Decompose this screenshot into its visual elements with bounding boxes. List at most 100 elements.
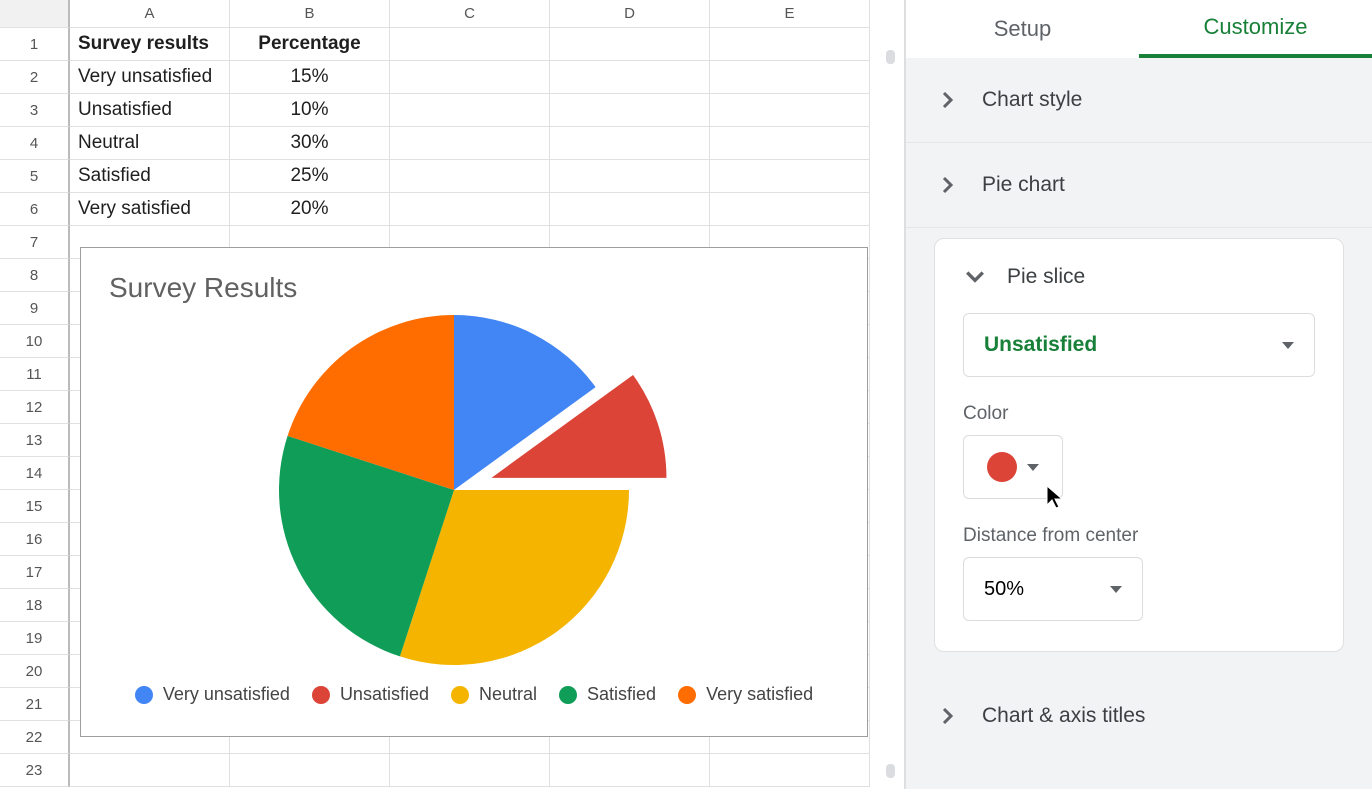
row-header[interactable]: 2	[0, 61, 70, 94]
cell[interactable]	[710, 127, 870, 160]
slice-select[interactable]: Unsatisfied	[963, 313, 1315, 377]
cell[interactable]	[390, 61, 550, 94]
cell[interactable]: Very unsatisfied	[70, 61, 230, 94]
row-header[interactable]: 13	[0, 424, 70, 457]
dropdown-icon	[1027, 464, 1039, 471]
cell[interactable]: 10%	[230, 94, 390, 127]
row-header[interactable]: 20	[0, 655, 70, 688]
row-header[interactable]: 15	[0, 490, 70, 523]
row-header[interactable]: 1	[0, 28, 70, 61]
legend-item[interactable]: Very unsatisfied	[135, 684, 290, 705]
cell[interactable]	[550, 160, 710, 193]
cell[interactable]	[390, 754, 550, 787]
row-header[interactable]: 4	[0, 127, 70, 160]
cell[interactable]: Unsatisfied	[70, 94, 230, 127]
section-title: Chart style	[982, 88, 1082, 112]
legend-item[interactable]: Unsatisfied	[312, 684, 429, 705]
row-header[interactable]: 3	[0, 94, 70, 127]
distance-select[interactable]: 50%	[963, 557, 1143, 621]
pie-chart	[81, 304, 867, 670]
chart-title: Survey Results	[81, 248, 867, 304]
row-header[interactable]: 10	[0, 325, 70, 358]
sidebar-tabs: Setup Customize	[906, 0, 1372, 58]
column-header[interactable]: E	[710, 0, 870, 28]
row: 1Survey resultsPercentage	[0, 28, 904, 61]
row-header[interactable]: 14	[0, 457, 70, 490]
cell[interactable]	[550, 754, 710, 787]
cell[interactable]	[550, 61, 710, 94]
row-header[interactable]: 18	[0, 589, 70, 622]
legend-swatch	[135, 686, 153, 704]
legend-label: Very unsatisfied	[163, 684, 290, 705]
cell[interactable]	[70, 754, 230, 787]
row-header[interactable]: 11	[0, 358, 70, 391]
chevron-down-icon	[963, 265, 987, 289]
row-header[interactable]: 17	[0, 556, 70, 589]
tab-customize[interactable]: Customize	[1139, 0, 1372, 58]
chevron-right-icon	[936, 704, 960, 728]
row: 3Unsatisfied10%	[0, 94, 904, 127]
row: 2Very unsatisfied15%	[0, 61, 904, 94]
cell[interactable]	[390, 160, 550, 193]
row-header[interactable]: 8	[0, 259, 70, 292]
legend-label: Very satisfied	[706, 684, 813, 705]
row-header[interactable]: 23	[0, 754, 70, 787]
cell[interactable]	[710, 160, 870, 193]
legend-label: Satisfied	[587, 684, 656, 705]
color-label: Color	[963, 403, 1315, 425]
column-header[interactable]: A	[70, 0, 230, 28]
chart[interactable]: Survey Results Very unsatisfied Unsatisfi…	[80, 247, 868, 737]
cell[interactable]	[550, 193, 710, 226]
section-pie-slice-header[interactable]: Pie slice	[963, 263, 1315, 313]
row-header[interactable]: 6	[0, 193, 70, 226]
corner-cell[interactable]	[0, 0, 70, 28]
section-chart-style[interactable]: Chart style	[906, 58, 1372, 143]
row-header[interactable]: 22	[0, 721, 70, 754]
legend-swatch	[559, 686, 577, 704]
section-pie-slice: Pie slice Unsatisfied Color Distance fro…	[934, 238, 1344, 652]
cell[interactable]: 25%	[230, 160, 390, 193]
column-header[interactable]: B	[230, 0, 390, 28]
slice-select-value: Unsatisfied	[984, 333, 1097, 357]
cell[interactable]	[390, 28, 550, 61]
legend-item[interactable]: Neutral	[451, 684, 537, 705]
cell[interactable]: Neutral	[70, 127, 230, 160]
cell[interactable]	[550, 127, 710, 160]
cell[interactable]	[710, 754, 870, 787]
cell[interactable]	[550, 94, 710, 127]
section-chart-axis-titles[interactable]: Chart & axis titles	[906, 674, 1372, 758]
cell[interactable]	[710, 28, 870, 61]
row-header[interactable]: 12	[0, 391, 70, 424]
legend-item[interactable]: Satisfied	[559, 684, 656, 705]
cell[interactable]: Percentage	[230, 28, 390, 61]
cell[interactable]: Satisfied	[70, 160, 230, 193]
cell[interactable]	[390, 94, 550, 127]
row-header[interactable]: 21	[0, 688, 70, 721]
cell[interactable]	[550, 28, 710, 61]
section-pie-chart[interactable]: Pie chart	[906, 143, 1372, 228]
cell[interactable]: 15%	[230, 61, 390, 94]
row-header[interactable]: 19	[0, 622, 70, 655]
cell[interactable]: Survey results	[70, 28, 230, 61]
cell[interactable]: Very satisfied	[70, 193, 230, 226]
cell[interactable]	[710, 61, 870, 94]
distance-label: Distance from center	[963, 525, 1315, 547]
column-header[interactable]: C	[390, 0, 550, 28]
row-header[interactable]: 9	[0, 292, 70, 325]
tab-setup[interactable]: Setup	[906, 0, 1139, 58]
row-header[interactable]: 5	[0, 160, 70, 193]
cell[interactable]	[390, 127, 550, 160]
column-header[interactable]: D	[550, 0, 710, 28]
legend-item[interactable]: Very satisfied	[678, 684, 813, 705]
cell[interactable]: 30%	[230, 127, 390, 160]
cell[interactable]	[710, 193, 870, 226]
row-header[interactable]: 7	[0, 226, 70, 259]
color-picker[interactable]	[963, 435, 1063, 499]
spreadsheet-area: ABCDE 1Survey resultsPercentage2Very uns…	[0, 0, 905, 789]
row-header[interactable]: 16	[0, 523, 70, 556]
cell[interactable]	[390, 193, 550, 226]
cell[interactable]	[230, 754, 390, 787]
cell[interactable]: 20%	[230, 193, 390, 226]
cell[interactable]	[710, 94, 870, 127]
section-title: Chart & axis titles	[982, 704, 1145, 728]
